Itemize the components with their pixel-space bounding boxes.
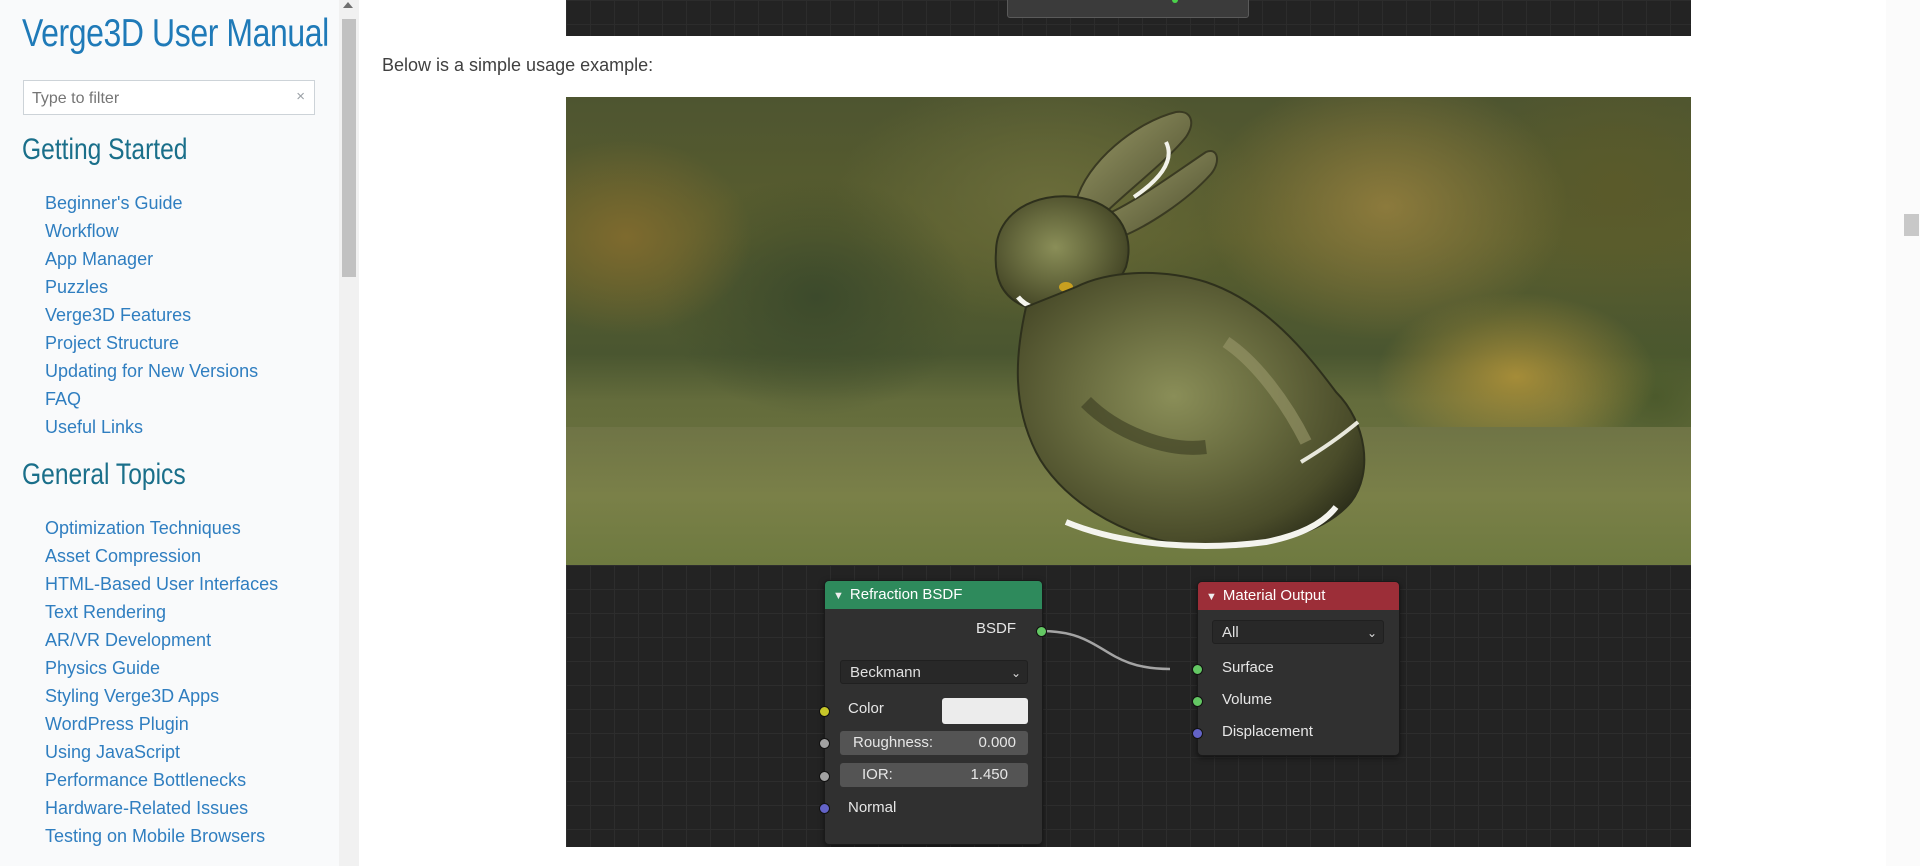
- color-label: Color: [848, 700, 884, 717]
- refraction-node-header[interactable]: ▼ Refraction BSDF: [825, 581, 1042, 609]
- nav-item-faq[interactable]: FAQ: [45, 385, 258, 413]
- roughness-input-socket[interactable]: [819, 738, 830, 749]
- material-output-header[interactable]: ▼ Material Output: [1198, 582, 1399, 610]
- refraction-node-title: Refraction BSDF: [849, 586, 963, 603]
- collapse-triangle-icon[interactable]: ▼: [833, 590, 844, 602]
- bsdf-output-socket[interactable]: [1036, 626, 1047, 637]
- surface-label: Surface: [1222, 659, 1274, 676]
- sidebar-scrollbar-thumb[interactable]: [342, 19, 356, 277]
- color-input-socket[interactable]: [819, 706, 830, 717]
- nav-item-wordpress[interactable]: WordPress Plugin: [45, 710, 278, 738]
- nav-item-beginners-guide[interactable]: Beginner's Guide: [45, 189, 258, 217]
- nav-item-asset-compression[interactable]: Asset Compression: [45, 542, 278, 570]
- glass-bunny-icon: [994, 110, 1366, 549]
- distribution-dropdown[interactable]: Beckmann ⌄: [840, 660, 1028, 684]
- node-editor: ▼ Refraction BSDF BSDF Beckmann ⌄ Color R…: [566, 565, 1691, 847]
- filter-input[interactable]: [30, 81, 294, 116]
- section-title-general-topics[interactable]: General Topics: [22, 458, 186, 492]
- bsdf-output-label: BSDF: [975, 620, 1016, 637]
- target-dropdown[interactable]: All ⌄: [1212, 620, 1384, 644]
- scroll-up-arrow-icon[interactable]: [343, 2, 353, 8]
- nav-item-ar-vr[interactable]: AR/VR Development: [45, 626, 278, 654]
- color-swatch[interactable]: [942, 698, 1028, 724]
- volume-input-socket[interactable]: [1192, 696, 1203, 707]
- node-link-wire: [1040, 629, 1171, 671]
- displacement-label: Displacement: [1222, 723, 1313, 740]
- nav-item-javascript[interactable]: Using JavaScript: [45, 738, 278, 766]
- nav-item-project-structure[interactable]: Project Structure: [45, 329, 258, 357]
- filter-box: ×: [23, 80, 315, 116]
- material-output-node[interactable]: ▼ Material Output All ⌄ Surface Volume Di…: [1197, 581, 1400, 756]
- nav-item-html-ui[interactable]: HTML-Based User Interfaces: [45, 570, 278, 598]
- volume-label: Volume: [1222, 691, 1273, 708]
- nav-item-useful-links[interactable]: Useful Links: [45, 413, 258, 441]
- surface-input-socket[interactable]: [1192, 664, 1203, 675]
- partial-node: [1007, 0, 1249, 18]
- nav-list-getting-started: Beginner's Guide Workflow App Manager Pu…: [45, 189, 258, 441]
- distribution-value: Beckmann: [850, 664, 921, 681]
- bunny-render-image: [566, 97, 1691, 565]
- nav-item-app-manager[interactable]: App Manager: [45, 245, 258, 273]
- nav-item-updating[interactable]: Updating for New Versions: [45, 357, 258, 385]
- nav-item-hardware[interactable]: Hardware-Related Issues: [45, 794, 278, 822]
- nav-item-verge3d-features[interactable]: Verge3D Features: [45, 301, 258, 329]
- displacement-input-socket[interactable]: [1192, 728, 1203, 739]
- nav-item-optimization[interactable]: Optimization Techniques: [45, 514, 278, 542]
- nav-item-puzzles[interactable]: Puzzles: [45, 273, 258, 301]
- chevron-down-icon: ⌄: [1366, 626, 1377, 640]
- ior-value: 1.450: [970, 766, 1008, 783]
- intro-paragraph: Below is a simple usage example:: [382, 55, 654, 75]
- target-value: All: [1222, 624, 1239, 641]
- normal-label: Normal: [848, 799, 897, 816]
- material-output-title: Material Output: [1222, 587, 1326, 604]
- sidebar: Verge3D User Manual × Getting Started Be…: [0, 0, 339, 866]
- clear-filter-icon[interactable]: ×: [296, 88, 305, 105]
- main-content: Below is a simple usage example: ▼ Refra…: [359, 0, 1886, 866]
- chevron-down-icon: ⌄: [1010, 666, 1021, 680]
- sidebar-scrollbar[interactable]: [339, 0, 359, 866]
- refraction-bsdf-node[interactable]: ▼ Refraction BSDF BSDF Beckmann ⌄ Color R…: [824, 580, 1043, 845]
- nav-item-styling[interactable]: Styling Verge3D Apps: [45, 682, 278, 710]
- nav-item-physics[interactable]: Physics Guide: [45, 654, 278, 682]
- nav-item-performance[interactable]: Performance Bottlenecks: [45, 766, 278, 794]
- roughness-value: 0.000: [978, 734, 1016, 751]
- page-scrollbar[interactable]: [1886, 0, 1920, 866]
- ior-input-socket[interactable]: [819, 771, 830, 782]
- page-scrollbar-thumb[interactable]: [1904, 214, 1919, 236]
- nav-item-text-rendering[interactable]: Text Rendering: [45, 598, 278, 626]
- nav-list-general-topics: Optimization Techniques Asset Compressio…: [45, 514, 278, 850]
- nav-item-workflow[interactable]: Workflow: [45, 217, 258, 245]
- collapse-triangle-icon[interactable]: ▼: [1206, 591, 1217, 603]
- section-title-getting-started[interactable]: Getting Started: [22, 133, 187, 167]
- previous-node-figure: [566, 0, 1691, 36]
- ior-label: IOR:: [862, 766, 893, 783]
- normal-input-socket[interactable]: [819, 803, 830, 814]
- nav-item-mobile-testing[interactable]: Testing on Mobile Browsers: [45, 822, 278, 850]
- roughness-label: Roughness:: [853, 734, 934, 751]
- site-title[interactable]: Verge3D User Manual: [22, 12, 329, 56]
- ior-field[interactable]: IOR: 1.450: [840, 763, 1028, 787]
- roughness-field[interactable]: Roughness: 0.000: [840, 731, 1028, 755]
